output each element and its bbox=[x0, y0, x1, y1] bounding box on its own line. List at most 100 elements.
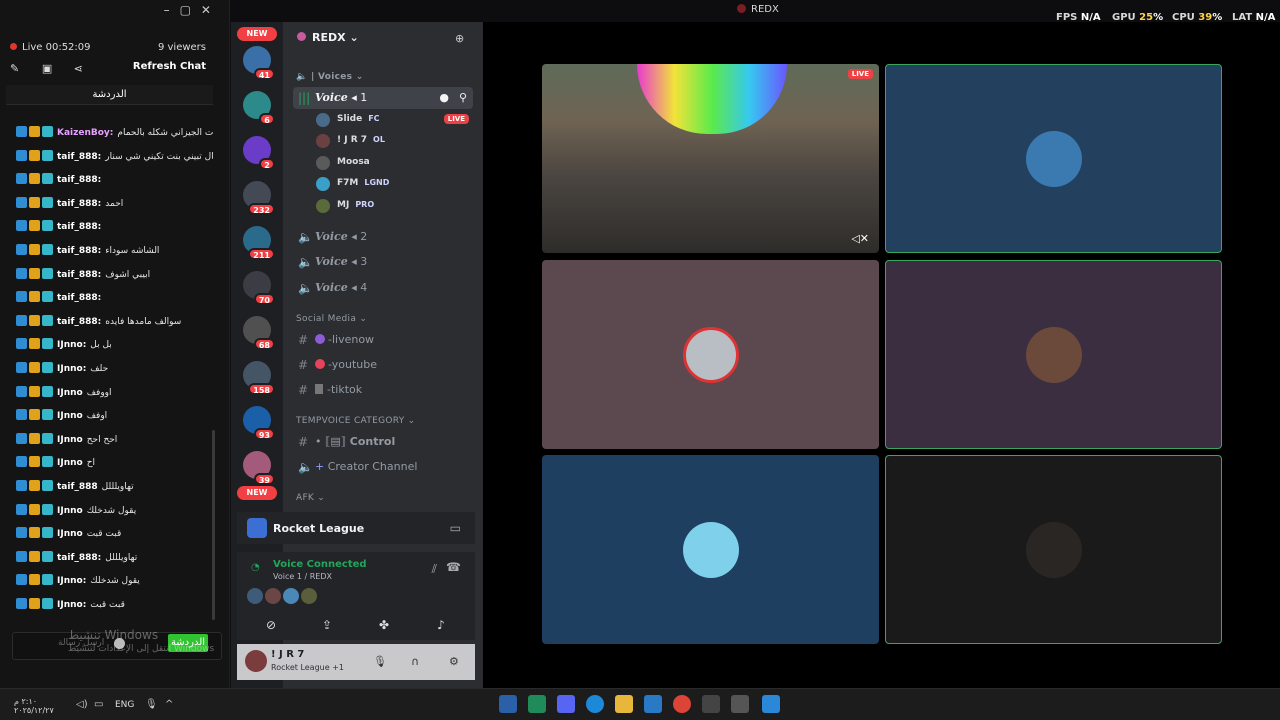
channel-voice-3[interactable]: 🔈 Voice ◂ 3 bbox=[293, 251, 473, 273]
channel-creator[interactable]: 🔈 + Creator Channel bbox=[293, 456, 473, 478]
channel-voice-2[interactable]: 🔈 Voice ◂ 2 bbox=[293, 226, 473, 248]
participant-tile[interactable] bbox=[542, 455, 879, 644]
chat-username[interactable]: IJnno bbox=[57, 388, 83, 398]
edge-icon[interactable] bbox=[586, 695, 604, 713]
voice-channel-info[interactable]: Voice 1 / REDX bbox=[273, 572, 332, 581]
activity-panel[interactable]: Rocket League ▭ bbox=[237, 512, 475, 544]
soundboard-icon[interactable]: ♪ bbox=[419, 614, 463, 636]
server-icon[interactable]: 68 bbox=[243, 316, 275, 350]
voice-user[interactable]: ! J R 7 OL bbox=[313, 132, 473, 152]
category-social-media[interactable]: Social Media ⌄ bbox=[296, 314, 367, 324]
chat-username[interactable]: taif_888 bbox=[57, 482, 98, 492]
chevron-up-icon[interactable]: ^ bbox=[165, 699, 177, 711]
category-afk[interactable]: AFK ⌄ bbox=[296, 493, 325, 503]
app-shield-icon[interactable] bbox=[499, 695, 517, 713]
participant-avatar[interactable] bbox=[265, 588, 281, 604]
chat-username[interactable]: taif_888: bbox=[57, 199, 101, 209]
chat-messages[interactable]: KaizenBoy: شف سوت الجيزاني شكله بالحمام ta… bbox=[6, 108, 213, 622]
microphone-icon[interactable]: 🎙 bbox=[373, 655, 387, 668]
chat-username[interactable]: taif_888: bbox=[57, 317, 101, 327]
server-icon[interactable]: 39 bbox=[243, 451, 275, 485]
invite-icon[interactable]: ⚲ bbox=[459, 91, 467, 104]
start-menu-icon[interactable] bbox=[762, 695, 780, 713]
server-icon[interactable]: 93 bbox=[243, 406, 275, 440]
volume-mute-icon[interactable]: ◁✕ bbox=[851, 232, 869, 245]
server-icon[interactable]: 70 bbox=[243, 271, 275, 305]
volume-icon[interactable]: ◁) bbox=[76, 699, 88, 711]
server-icon[interactable]: 6 bbox=[243, 91, 275, 125]
category-voices[interactable]: 🔈 | Voices ⌄ bbox=[296, 72, 364, 82]
user-avatar[interactable] bbox=[245, 650, 267, 672]
store-icon[interactable] bbox=[702, 695, 720, 713]
participant-tile[interactable] bbox=[542, 260, 879, 449]
chat-username[interactable]: IJnno bbox=[57, 529, 83, 539]
pencil-icon[interactable]: ✎ bbox=[10, 62, 24, 76]
chat-username[interactable]: taif_888: bbox=[57, 270, 101, 280]
channel-voice-4[interactable]: 🔈 Voice ◂ 4 bbox=[293, 277, 473, 299]
stream-tile-game[interactable]: LIVE ◁✕ bbox=[542, 64, 879, 253]
chat-username[interactable]: taif_888: bbox=[57, 222, 101, 232]
category-tempvoice[interactable]: TEMPVOICE CATEGORY ⌄ bbox=[296, 416, 416, 426]
network-icon[interactable]: ▭ bbox=[94, 699, 106, 711]
voice-user[interactable]: Slide FC LIVE bbox=[313, 111, 473, 131]
chat-username[interactable]: IJnno bbox=[57, 458, 83, 468]
server-icon[interactable]: 158 bbox=[243, 361, 275, 395]
participant-tile[interactable] bbox=[885, 455, 1222, 644]
channel-control[interactable]: # • ⟦▤⟧ Control bbox=[293, 431, 473, 453]
channel-youtube[interactable]: # -youtube bbox=[293, 354, 473, 376]
chat-username[interactable]: IJnno bbox=[57, 435, 83, 445]
voice-user[interactable]: F7M LGND bbox=[313, 175, 473, 195]
voice-user[interactable]: Moosa bbox=[313, 154, 473, 174]
server-icon[interactable]: 2 bbox=[243, 136, 275, 170]
participant-avatar[interactable] bbox=[301, 588, 317, 604]
chrome-icon[interactable] bbox=[673, 695, 691, 713]
participant-avatar[interactable] bbox=[283, 588, 299, 604]
voice-connected-title[interactable]: Voice Connected bbox=[273, 559, 367, 570]
chat-username[interactable]: IJnno bbox=[57, 411, 83, 421]
language-indicator[interactable]: ENG bbox=[115, 700, 134, 710]
share-screen-icon[interactable]: ⇪ bbox=[305, 614, 349, 636]
participant-avatar[interactable] bbox=[247, 588, 263, 604]
server-icon[interactable]: 211 bbox=[243, 226, 275, 260]
participant-tile[interactable] bbox=[885, 260, 1222, 449]
guild-name[interactable]: REDX ⌄ bbox=[297, 31, 359, 44]
window-controls[interactable]: –▢✕ bbox=[164, 3, 221, 17]
headphones-icon[interactable]: ∩ bbox=[411, 655, 423, 668]
chat-username[interactable]: taif_888: bbox=[57, 152, 101, 162]
chat-tab[interactable]: الدردشة bbox=[6, 85, 213, 105]
clock[interactable]: ٢:١٠ م ٢٠٢٥/١٢/٢٧ bbox=[14, 697, 54, 715]
chat-username[interactable]: IJnno: bbox=[57, 600, 86, 610]
guild-header[interactable]: REDX ⌄ ⊕ bbox=[283, 26, 483, 50]
mic-tray-icon[interactable]: 🎙 bbox=[145, 699, 158, 711]
chat-username[interactable]: IJnno: bbox=[57, 364, 86, 374]
voice-user[interactable]: MJ PRO bbox=[313, 197, 473, 217]
chat-username[interactable]: KaizenBoy: bbox=[57, 128, 113, 138]
task-view-icon[interactable] bbox=[731, 695, 749, 713]
chat-username[interactable]: IJnno: bbox=[57, 576, 86, 586]
channel-voice-1[interactable]: ||| Voice ◂ 1 ● ⚲ bbox=[293, 87, 473, 109]
add-member-icon[interactable]: ⊕ bbox=[455, 32, 467, 45]
file-explorer-icon[interactable] bbox=[615, 695, 633, 713]
chat-username[interactable]: taif_888: bbox=[57, 293, 101, 303]
chat-bubble-icon[interactable]: ● bbox=[439, 91, 449, 104]
chat-username[interactable]: taif_888: bbox=[57, 553, 101, 563]
screen-share-icon[interactable]: ▭ bbox=[450, 521, 461, 535]
disconnect-icon[interactable]: ☎ bbox=[446, 560, 461, 574]
chat-username[interactable]: IJnno bbox=[57, 506, 83, 516]
channel-tiktok[interactable]: # -tiktok bbox=[293, 379, 473, 401]
activities-icon[interactable]: ✤ bbox=[362, 614, 406, 636]
noise-suppression-icon[interactable]: ⫽ bbox=[432, 562, 437, 577]
popout-icon[interactable]: ▣ bbox=[42, 62, 56, 76]
vscode-icon[interactable] bbox=[644, 695, 662, 713]
chat-scrollbar[interactable] bbox=[212, 430, 215, 620]
server-icon[interactable]: 232 bbox=[243, 181, 275, 215]
user-name[interactable]: ! J R 7 bbox=[271, 649, 304, 660]
chat-username[interactable]: taif_888: bbox=[57, 246, 101, 256]
settings-gear-icon[interactable]: ⚙ bbox=[449, 655, 461, 668]
refresh-chat-button[interactable]: Refresh Chat bbox=[133, 61, 206, 72]
share-icon[interactable]: ⋖ bbox=[74, 62, 88, 76]
discord-icon[interactable] bbox=[557, 695, 575, 713]
chat-username[interactable]: IJnno: bbox=[57, 340, 86, 350]
camera-off-icon[interactable]: ⊘ bbox=[249, 614, 293, 636]
channel-livenow[interactable]: # -livenow bbox=[293, 329, 473, 351]
